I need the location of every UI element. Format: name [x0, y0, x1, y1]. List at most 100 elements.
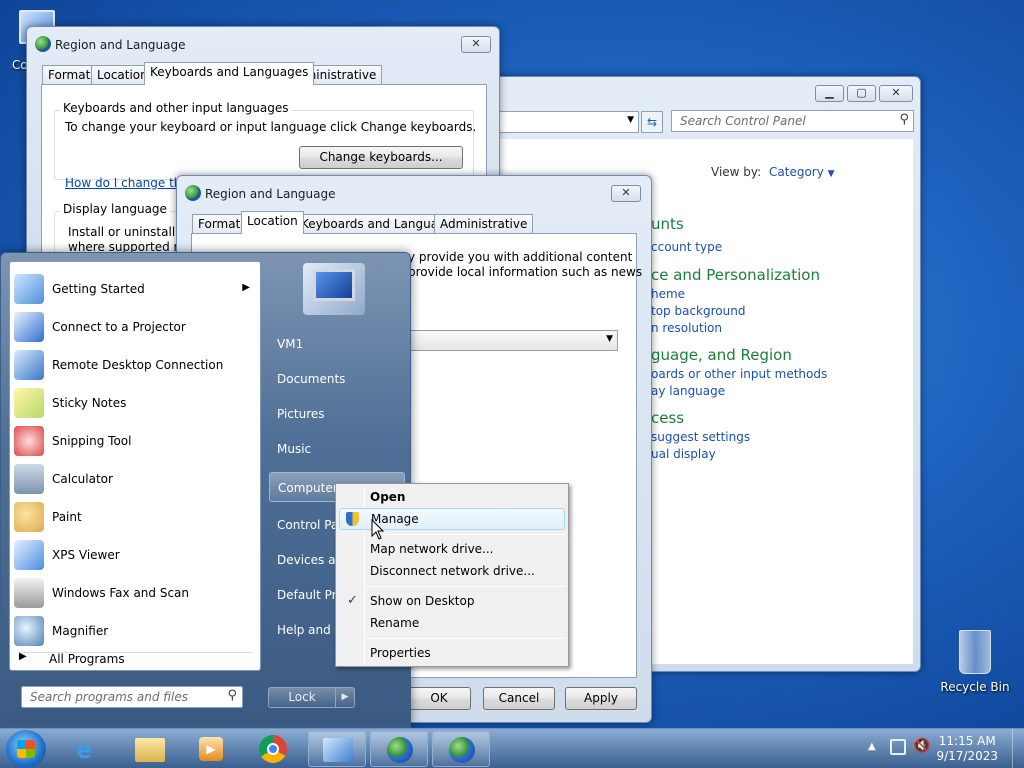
program-connect-projector[interactable]: Connect to a Projector [10, 309, 260, 347]
address-dropdown-icon: ▼ [627, 115, 634, 125]
close-button[interactable]: ✕ [879, 85, 913, 102]
program-fax-scan[interactable]: Windows Fax and Scan [10, 575, 260, 613]
minimize-icon: ▁ [825, 86, 834, 99]
fax-icon [14, 578, 44, 608]
view-by-label: View by: [711, 165, 762, 179]
link-theme[interactable]: heme [651, 287, 685, 301]
location-text-line1: y provide you with additional content [408, 250, 633, 264]
user-picture[interactable] [303, 263, 365, 315]
taskbar-internet-explorer[interactable]: e [60, 731, 118, 767]
start-right-documents[interactable]: Documents [269, 364, 405, 394]
refresh-button[interactable]: ⇆ [641, 111, 663, 133]
program-xps-viewer[interactable]: XPS Viewer [10, 537, 260, 575]
arrow-right-icon: ▶ [341, 692, 349, 702]
all-programs[interactable]: ▶ All Programs [13, 649, 257, 669]
taskbar-chrome[interactable] [244, 731, 302, 767]
program-sticky-notes[interactable]: Sticky Notes [10, 385, 260, 423]
recycle-bin-desktop-icon[interactable]: Recycle Bin [940, 630, 1010, 694]
menu-item-disconnect-network-drive[interactable]: Disconnect network drive... [339, 560, 565, 582]
system-clock[interactable]: 11:15 AM 9/17/2023 [936, 734, 998, 764]
show-hidden-icons-icon[interactable]: ▲ [868, 741, 876, 752]
maximize-icon: ▢ [856, 86, 867, 99]
calculator-icon [14, 464, 44, 494]
menu-item-properties[interactable]: Properties [339, 642, 565, 664]
projector-icon [14, 312, 44, 342]
show-desktop-button[interactable] [1012, 729, 1024, 768]
tab-location[interactable]: Location [241, 211, 304, 234]
category-appearance[interactable]: ce and Personalization [651, 266, 820, 284]
program-paint[interactable]: Paint [10, 499, 260, 537]
location-text-line2: provide local information such as news [408, 265, 643, 279]
start-search-input[interactable]: Search programs and files [30, 690, 188, 704]
howto-change-link[interactable]: How do I change the [65, 176, 189, 190]
location-select[interactable]: ▼ [408, 330, 618, 351]
taskbar-media-player[interactable]: ▶ [182, 731, 240, 767]
category-user-accounts[interactable]: unts [651, 215, 684, 233]
cancel-button[interactable]: Cancel [483, 687, 555, 710]
window-title: Region and Language [205, 187, 336, 201]
start-right-pictures[interactable]: Pictures [269, 399, 405, 429]
minimize-button[interactable]: ▁ [815, 85, 844, 102]
link-visual-display[interactable]: ual display [651, 447, 716, 461]
link-account-type[interactable]: ccount type [651, 240, 722, 254]
category-ease-of-access[interactable]: cess [651, 409, 684, 427]
program-label: Magnifier [52, 624, 109, 638]
menu-item-rename[interactable]: Rename [339, 612, 565, 634]
network-icon[interactable] [890, 739, 906, 755]
chevron-down-icon: ▼ [827, 169, 835, 179]
program-getting-started[interactable]: Getting Started ▶ [10, 271, 260, 309]
taskbar-control-panel[interactable] [308, 731, 366, 767]
category-clock-language[interactable]: guage, and Region [651, 346, 792, 364]
start-menu-programs: Getting Started ▶ Connect to a Projector… [9, 261, 261, 671]
program-snipping-tool[interactable]: Snipping Tool [10, 423, 260, 461]
remote-desktop-icon [14, 350, 44, 380]
scissors-icon [14, 426, 44, 456]
program-remote-desktop[interactable]: Remote Desktop Connection [10, 347, 260, 385]
paint-palette-icon [14, 502, 44, 532]
start-right-vm1[interactable]: VM1 [269, 329, 405, 359]
close-icon: ✕ [471, 37, 481, 50]
lock-label: Lock [288, 690, 316, 704]
close-button[interactable]: ✕ [461, 36, 491, 53]
menu-item-map-network-drive[interactable]: Map network drive... [339, 538, 565, 560]
apply-button[interactable]: Apply [565, 687, 637, 710]
taskbar-file-explorer[interactable] [121, 731, 179, 767]
program-label: Getting Started [52, 282, 145, 296]
menu-item-show-on-desktop[interactable]: ✓ Show on Desktop [339, 590, 565, 612]
start-search-box[interactable]: Search programs and files ⚲ [21, 686, 243, 708]
search-control-panel-input[interactable]: Search Control Panel [680, 114, 806, 128]
program-calculator[interactable]: Calculator [10, 461, 260, 499]
lock-button[interactable]: Lock [268, 687, 336, 708]
ok-button[interactable]: OK [407, 687, 471, 710]
globe-icon [387, 737, 413, 763]
tab-keyboards-languages[interactable]: Keyboards and Languages [144, 62, 315, 85]
tab-administrative[interactable]: Administrative [434, 214, 534, 234]
program-magnifier[interactable]: Magnifier [10, 613, 260, 651]
link-input-methods[interactable]: oards or other input methods [651, 367, 827, 381]
internet-explorer-icon: e [76, 736, 93, 764]
change-keyboards-button[interactable]: Change keyboards... [299, 146, 463, 169]
menu-item-open[interactable]: Open [339, 486, 565, 508]
taskbar-region-language-2[interactable] [432, 731, 490, 767]
volume-muted-icon[interactable]: 🔇 [913, 738, 930, 754]
start-button[interactable] [6, 730, 46, 768]
folder-icon [135, 738, 165, 762]
media-player-icon: ▶ [199, 737, 223, 761]
shutdown-options-button[interactable]: ▶ [336, 687, 355, 708]
link-resolution[interactable]: n resolution [651, 321, 722, 335]
address-bar[interactable]: ▼ [499, 111, 639, 133]
close-icon: ✕ [621, 186, 631, 199]
globe-icon [449, 737, 475, 763]
search-control-panel[interactable]: Search Control Panel ⚲ [671, 110, 914, 132]
link-suggest-settings[interactable]: suggest settings [651, 430, 750, 444]
close-button[interactable]: ✕ [611, 185, 641, 202]
control-panel-icon [323, 738, 353, 762]
taskbar-region-language-1[interactable] [370, 731, 428, 767]
start-right-music[interactable]: Music [269, 434, 405, 464]
view-by-dropdown[interactable]: Category ▼ [769, 165, 835, 179]
link-desktop-background[interactable]: top background [651, 304, 745, 318]
context-menu: Open Manage Map network drive... Disconn… [335, 483, 569, 667]
link-display-language[interactable]: ay language [651, 384, 725, 398]
search-icon: ⚲ [899, 112, 909, 127]
maximize-button[interactable]: ▢ [847, 85, 876, 102]
